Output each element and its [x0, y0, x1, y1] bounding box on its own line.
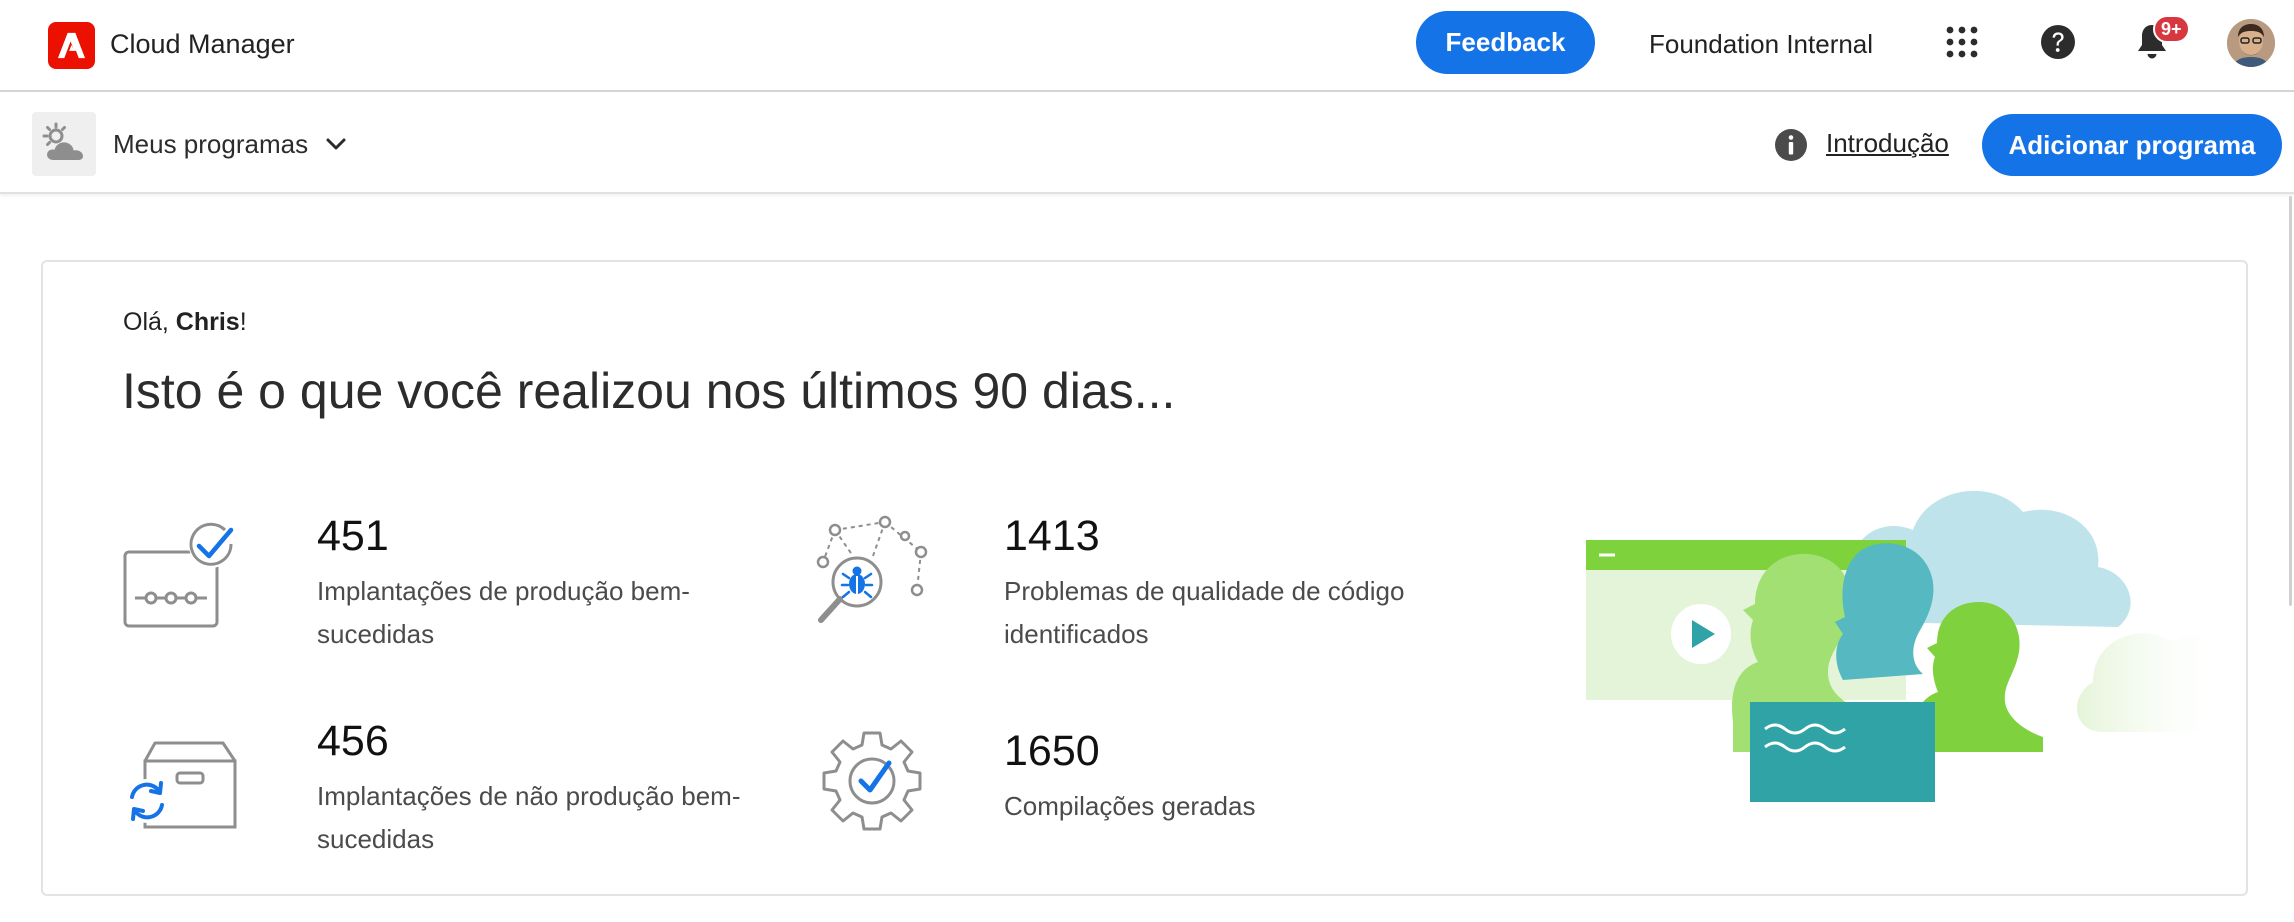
stat-label: Problemas de qualidade de código identif…	[1004, 570, 1404, 656]
top-header: Cloud Manager Feedback Foundation Intern…	[0, 0, 2294, 92]
apps-grid-icon[interactable]	[1944, 24, 1980, 60]
page-title: Isto é o que você realizou nos últimos 9…	[122, 363, 1176, 419]
stat-value: 456	[317, 717, 389, 765]
box-sync-icon	[121, 737, 246, 842]
help-icon[interactable]	[2040, 24, 2076, 60]
stat-label-line: Compilações geradas	[1004, 791, 1256, 821]
cloud-program-icon[interactable]	[32, 112, 96, 176]
stat-label-line: sucedidas	[317, 619, 435, 649]
intro-link[interactable]: Introdução	[1826, 128, 1949, 159]
stat-production-deployments: 451 Implantações de produção bem- sucedi…	[121, 512, 721, 662]
stat-value: 1650	[1004, 727, 1100, 775]
adobe-logo-icon[interactable]	[48, 22, 95, 69]
gear-check-icon	[817, 727, 927, 842]
stat-label-line: Implantações de não produção bem-	[317, 781, 741, 811]
chevron-down-icon[interactable]	[322, 130, 350, 158]
summary-card: Olá, Chris! Isto é o que você realizou n…	[41, 260, 2248, 896]
org-switcher[interactable]: Foundation Internal	[1649, 29, 1873, 60]
stat-label: Compilações geradas	[1004, 785, 1255, 828]
stat-label-line: Problemas de qualidade de código	[1004, 576, 1405, 606]
program-toolbar: Meus programas Introdução Adicionar prog…	[0, 94, 2294, 194]
greeting: Olá, Chris!	[123, 308, 247, 337]
pipeline-check-icon	[121, 522, 241, 637]
notification-badge: 9+	[2153, 15, 2190, 43]
stat-label-line: identificados	[1004, 619, 1149, 649]
scrollbar[interactable]	[2289, 196, 2292, 606]
hero-illustration	[1543, 412, 2233, 817]
bug-search-icon	[813, 512, 933, 642]
greeting-suffix: !	[239, 308, 247, 336]
add-program-button[interactable]: Adicionar programa	[1982, 114, 2282, 176]
program-selector-label[interactable]: Meus programas	[113, 129, 308, 160]
stat-label: Implantações de não produção bem- sucedi…	[317, 775, 741, 861]
feedback-button[interactable]: Feedback	[1416, 11, 1595, 74]
stat-label: Implantações de produção bem- sucedidas	[317, 570, 690, 656]
stat-value: 451	[317, 512, 389, 560]
app-title[interactable]: Cloud Manager	[110, 29, 295, 60]
stat-value: 1413	[1004, 512, 1100, 560]
stat-code-quality-issues: 1413 Problemas de qualidade de código id…	[813, 512, 1463, 662]
avatar[interactable]	[2227, 19, 2275, 67]
greeting-name: Chris	[175, 308, 240, 336]
greeting-prefix: Olá,	[123, 308, 176, 336]
stat-label-line: sucedidas	[317, 824, 435, 854]
info-icon	[1774, 128, 1808, 162]
stat-label-line: Implantações de produção bem-	[317, 576, 690, 606]
stat-non-production-deployments: 456 Implantações de não produção bem- su…	[121, 717, 761, 867]
stat-builds-generated: 1650 Compilações geradas	[817, 727, 1417, 877]
